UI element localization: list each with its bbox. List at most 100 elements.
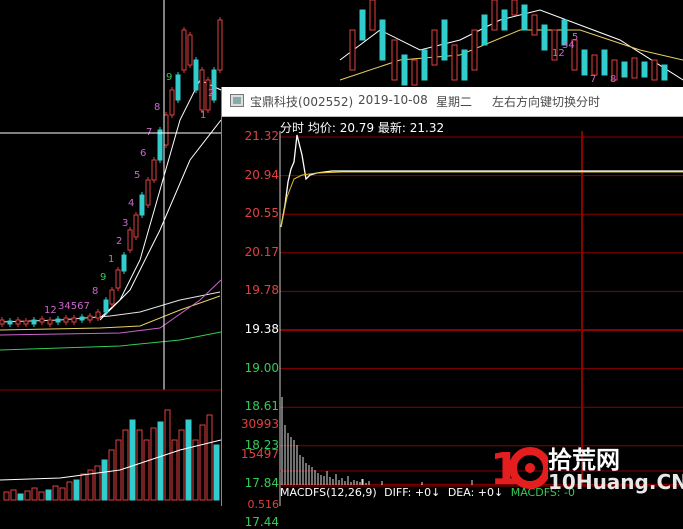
- price-level-label: 20.94: [244, 167, 279, 182]
- macd-diff: DIFF: +0↓: [384, 486, 441, 499]
- candle-body: [151, 159, 157, 181]
- volume-level-high: 30993: [240, 417, 279, 431]
- candle-count-label: 7: [590, 74, 596, 85]
- candle-body: [461, 49, 468, 81]
- candle-body: [181, 29, 187, 71]
- candle-body: [531, 14, 538, 36]
- volume-bar: [199, 424, 206, 501]
- volume-bar: [52, 485, 59, 501]
- candle-body: [501, 9, 508, 31]
- price-line: [280, 134, 683, 228]
- candle-body: [109, 289, 115, 305]
- volume-bar: [171, 439, 178, 501]
- candle-body: [23, 320, 29, 325]
- candle-count-label: 9: [100, 272, 106, 283]
- volume-bar: [31, 487, 38, 501]
- candle-body: [451, 44, 458, 81]
- latest-value: 21.32: [409, 121, 445, 135]
- candle-body: [411, 59, 418, 86]
- volume-bar: [122, 429, 129, 501]
- candle-body: [421, 49, 428, 81]
- logo-badge-icon: 1: [490, 444, 551, 495]
- volume-level-low: 0.516: [247, 498, 280, 511]
- candle-body: [39, 318, 45, 323]
- volume-bar: [143, 439, 150, 501]
- candle-body: [133, 214, 139, 238]
- volume-bar: [178, 429, 185, 501]
- volume-bar: [136, 429, 143, 501]
- candle-count-label: 4: [128, 198, 134, 209]
- candle-body: [217, 19, 223, 71]
- candle-body: [511, 0, 518, 16]
- candle-body: [359, 9, 366, 41]
- candle-body: [641, 61, 648, 78]
- candle-body: [95, 311, 101, 319]
- candle-count-label: 6: [140, 148, 146, 159]
- candle-count-label: 5: [572, 32, 578, 43]
- volume-bar: [38, 491, 45, 501]
- candle-body: [63, 317, 69, 323]
- volume-bar: [73, 479, 80, 501]
- candle-body: [481, 14, 488, 46]
- candle-body: [145, 179, 151, 206]
- candle-body: [15, 319, 21, 325]
- candle-body: [121, 254, 127, 272]
- candle-count-label: 34567: [58, 301, 90, 312]
- volume-bar: [108, 449, 115, 501]
- candle-body: [541, 24, 548, 51]
- volume-bar: [157, 421, 164, 501]
- volume-bar: [66, 481, 73, 501]
- candle-body: [0, 319, 5, 325]
- candle-count-label: 1: [200, 110, 206, 121]
- mode-label: 分时: [280, 121, 305, 135]
- volume-bar: [24, 490, 31, 501]
- candle-body: [591, 54, 598, 76]
- candle-body: [187, 34, 193, 66]
- candle-count-label: 9: [166, 72, 172, 83]
- candle-body: [631, 57, 638, 79]
- intraday-header: 分时 均价: 20.79 最新: 21.32: [280, 119, 444, 136]
- candle-body: [601, 49, 608, 76]
- candle-count-label: 8: [610, 74, 616, 85]
- candle-body: [401, 54, 408, 86]
- candle-body: [79, 316, 85, 321]
- price-level-label: 17.84: [244, 476, 279, 491]
- candle-body: [7, 320, 13, 325]
- candle-count-label: 5: [134, 170, 140, 181]
- candle-body: [71, 317, 77, 323]
- volume-bar: [213, 444, 220, 501]
- volume-bar: [206, 414, 213, 501]
- candle-body: [199, 69, 205, 111]
- candle-body: [349, 29, 356, 71]
- macd-name: MACDFS(12,26,9): [280, 486, 377, 499]
- volume-bar: [17, 493, 24, 501]
- candle-body: [491, 0, 498, 31]
- candle-body: [441, 19, 448, 61]
- candle-body: [127, 229, 133, 251]
- candle-body: [169, 89, 175, 116]
- latest-label: 最新:: [377, 121, 406, 135]
- volume-bar: [150, 427, 157, 501]
- avg-value: 20.79: [339, 121, 375, 135]
- price-level-label: 19.38: [244, 322, 279, 336]
- price-level-label: 19.00: [244, 360, 279, 375]
- candle-body: [139, 194, 145, 216]
- candle-body: [47, 319, 53, 325]
- logo-site: 10Huang.CN: [548, 470, 683, 494]
- price-level-label: 21.32: [244, 129, 279, 143]
- price-level-label: 20.55: [244, 206, 279, 221]
- candle-count-label: 3: [122, 218, 128, 229]
- candle-body: [379, 19, 386, 61]
- price-level-label: 19.78: [244, 283, 279, 298]
- candle-body: [31, 319, 37, 325]
- volume-bar: [3, 491, 10, 501]
- candle-body: [431, 29, 438, 66]
- candle-body: [87, 315, 93, 321]
- volume-bar: [45, 489, 52, 501]
- candle-body: [55, 318, 61, 323]
- volume-bar: [192, 439, 199, 501]
- price-level-label: 17.44: [244, 515, 279, 529]
- candle-body: [193, 59, 199, 91]
- candle-body: [115, 269, 121, 289]
- candle-body: [661, 64, 668, 81]
